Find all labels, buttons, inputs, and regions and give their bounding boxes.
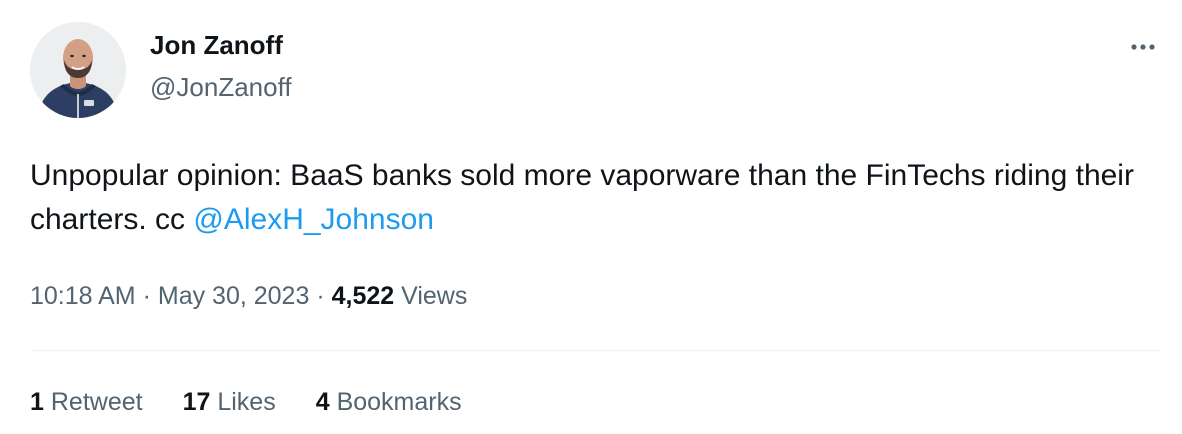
avatar[interactable] (30, 22, 126, 118)
views-count: 4,522 (331, 282, 395, 310)
more-options-button[interactable] (1126, 30, 1160, 64)
likes-count: 17 (182, 388, 211, 416)
bookmarks-count: 4 (315, 388, 330, 416)
likes-label: Likes (217, 388, 276, 416)
bookmarks-stat[interactable]: 4 Bookmarks (316, 388, 462, 417)
author-handle[interactable]: @JonZanoff (150, 72, 292, 103)
retweets-stat[interactable]: 1 Retweet (30, 388, 143, 417)
tweet-meta: 10:18 AM · May 30, 2023 · 4,522 Views (30, 282, 467, 311)
meta-separator: · (316, 282, 325, 310)
author-display-name[interactable]: Jon Zanoff (150, 30, 283, 61)
meta-separator: · (142, 282, 151, 310)
bookmarks-label: Bookmarks (336, 388, 462, 416)
engagement-stats: 1 Retweet 17 Likes 4 Bookmarks (30, 388, 502, 417)
divider (30, 350, 1160, 351)
tweet-time[interactable]: 10:18 AM (30, 282, 136, 310)
tweet-text: Unpopular opinion: BaaS banks sold more … (30, 154, 1160, 242)
likes-stat[interactable]: 17 Likes (183, 388, 276, 417)
mention-link[interactable]: @AlexH_Johnson (193, 203, 434, 236)
more-horizontal-icon (1131, 44, 1155, 50)
views-label: Views (401, 282, 468, 310)
retweets-label: Retweet (50, 388, 143, 416)
retweets-count: 1 (30, 388, 44, 416)
tweet-card: Jon Zanoff @JonZanoff Unpopular opinion:… (0, 0, 1182, 434)
avatar-image (30, 22, 126, 118)
tweet-date[interactable]: May 30, 2023 (158, 282, 310, 310)
